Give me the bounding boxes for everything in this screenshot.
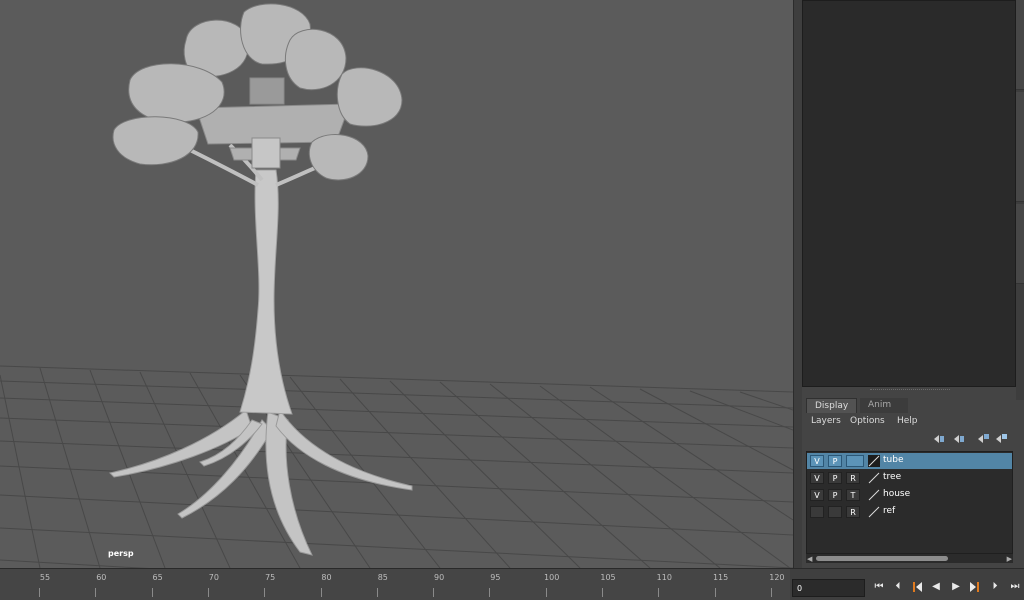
timeline-tick-label: 85 — [377, 573, 388, 582]
timeline-tick-mark — [320, 588, 322, 597]
layer-menu-bar: Layers Options Help — [802, 415, 1016, 429]
timeline-tick-mark — [658, 588, 660, 597]
play-forward-icon[interactable]: ▶ — [949, 580, 963, 594]
timeline-tick-label: 100 — [544, 573, 560, 582]
timeline-tick-mark — [151, 588, 153, 597]
go-to-end-icon[interactable]: ⏭ — [1008, 580, 1022, 594]
timeline-tick-mark — [714, 588, 716, 597]
timeline-tick-label: 110 — [656, 573, 672, 582]
layer-name: house — [883, 489, 911, 499]
timeline-tick-mark — [489, 588, 491, 597]
timeline-tick-mark — [39, 588, 40, 597]
timeline-tick-label: 90 — [434, 573, 445, 582]
timeline-tick-mark — [770, 588, 772, 597]
timeline-tick-label: 105 — [600, 573, 616, 582]
maya-window: persp Display Anim Layers Options Help V — [0, 0, 1024, 600]
timeline-tick-label: 80 — [321, 573, 332, 582]
current-frame-field[interactable]: 0 — [792, 579, 865, 597]
scrollbar-thumb[interactable] — [816, 556, 948, 561]
visibility-toggle[interactable]: V — [810, 455, 824, 467]
timeline-tick-label: 70 — [208, 573, 219, 582]
scroll-right-arrow-icon[interactable]: ▶ — [1007, 555, 1012, 563]
layer-row-tube[interactable]: V P tube — [807, 453, 1012, 469]
side-tab-attribute-editor[interactable] — [1016, 0, 1024, 90]
visibility-toggle[interactable] — [810, 506, 824, 518]
playback-toggle[interactable] — [828, 506, 842, 518]
tab-display[interactable]: Display — [806, 398, 858, 413]
layer-row-house[interactable]: V P T house — [807, 487, 1012, 503]
camera-label: persp — [108, 549, 134, 558]
visibility-toggle[interactable]: V — [810, 489, 824, 501]
layer-name: tree — [883, 472, 902, 482]
timeline-tick-label: 115 — [712, 573, 729, 582]
play-backward-icon[interactable]: ◀ — [929, 580, 943, 594]
timeline-tick-label: 120 — [769, 573, 785, 582]
layer-color-swatch[interactable] — [868, 489, 880, 501]
tab-anim[interactable]: Anim — [860, 398, 908, 413]
layer-list-scrollbar[interactable]: ◀ ▶ — [806, 554, 1013, 563]
panel-resize-grip[interactable] — [870, 389, 950, 391]
side-tab-strip — [1016, 0, 1024, 400]
timeline-tick-mark — [433, 588, 435, 597]
display-type-toggle[interactable]: R — [846, 506, 860, 518]
step-forward-frame-icon[interactable] — [968, 580, 982, 594]
step-back-key-icon[interactable]: ⏴ — [891, 580, 905, 594]
timeline-tick-label: 95 — [490, 573, 501, 582]
timeline-tick-mark — [264, 588, 266, 597]
panel-splitter[interactable] — [793, 0, 802, 568]
scene-render — [0, 3, 793, 568]
layer-name: ref — [883, 506, 896, 516]
perspective-viewport[interactable]: persp — [0, 0, 793, 568]
timeline-tick-label: 60 — [96, 573, 107, 582]
menu-layers[interactable]: Layers — [811, 416, 841, 426]
display-type-toggle[interactable] — [846, 455, 864, 467]
time-slider-bar: 55 60 65 70 75 80 85 90 95 100 105 110 115 120 0 ⏮ ⏴ … — [0, 568, 1024, 600]
layer-color-swatch[interactable] — [868, 506, 880, 518]
ground-grid — [0, 365, 793, 568]
go-to-start-icon[interactable]: ⏮ — [872, 580, 886, 594]
playback-toggle[interactable]: P — [828, 472, 842, 484]
layer-name: tube — [883, 455, 904, 465]
new-layer-icon[interactable] — [976, 433, 990, 445]
playback-toggle[interactable]: P — [828, 489, 842, 501]
time-ruler[interactable]: 55 60 65 70 75 80 85 90 95 100 105 110 115 120 — [0, 569, 790, 600]
timeline-tick-label: 55 — [39, 573, 51, 582]
layer-color-swatch[interactable] — [868, 472, 880, 484]
layer-row-ref[interactable]: R ref — [807, 504, 1012, 520]
display-type-toggle[interactable]: T — [846, 489, 860, 501]
timeline-tick-mark — [545, 588, 547, 597]
step-back-frame-icon[interactable] — [910, 580, 924, 594]
timeline-tick-label: 75 — [265, 573, 276, 582]
new-layer-selected-icon[interactable] — [994, 433, 1008, 445]
timeline-tick-mark — [602, 588, 603, 597]
channel-box-panel — [802, 0, 1016, 387]
layer-editor: Display Anim Layers Options Help V P tub… — [802, 396, 1016, 568]
menu-help[interactable]: Help — [897, 416, 918, 426]
side-tab-channel-box[interactable] — [1016, 92, 1024, 202]
menu-options[interactable]: Options — [850, 416, 885, 426]
timeline-tick-mark — [207, 588, 209, 597]
timeline-tick-mark — [376, 588, 378, 597]
layer-row-tree[interactable]: V P R tree — [807, 470, 1012, 486]
layer-list: V P tube V P R tree V P T house R ref — [806, 451, 1013, 554]
timeline-tick-mark — [95, 588, 97, 597]
layer-color-swatch[interactable] — [868, 455, 880, 467]
side-tab-modeling-toolkit[interactable] — [1016, 204, 1024, 284]
scroll-left-arrow-icon[interactable]: ◀ — [807, 555, 812, 563]
playback-toggle[interactable]: P — [828, 455, 842, 467]
display-type-toggle[interactable]: R — [846, 472, 860, 484]
move-layer-up-icon[interactable] — [932, 433, 946, 445]
visibility-toggle[interactable]: V — [810, 472, 824, 484]
move-layer-down-icon[interactable] — [952, 433, 966, 445]
step-forward-key-icon[interactable]: ⏵ — [988, 580, 1002, 594]
tree-trunk — [239, 169, 293, 415]
timeline-tick-label: 65 — [152, 573, 163, 582]
